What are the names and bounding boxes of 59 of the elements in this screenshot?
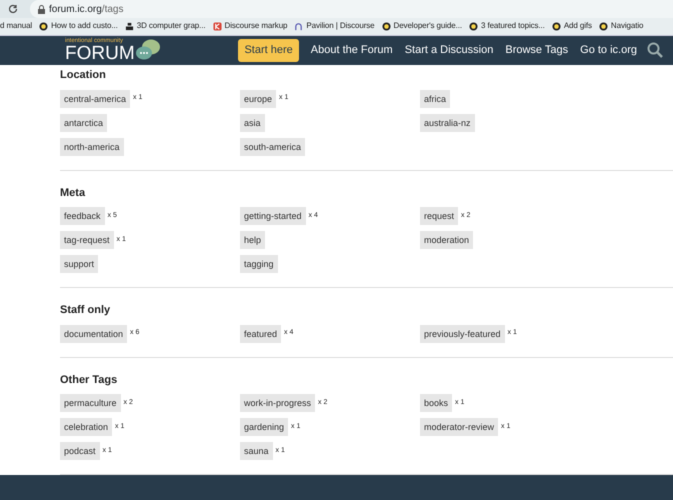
bookmark[interactable]: How to add custo... xyxy=(39,20,118,32)
tag-link[interactable]: getting-started xyxy=(240,207,306,226)
tag-link[interactable]: africa xyxy=(420,90,450,108)
bookmark[interactable]: Discourse markup xyxy=(212,20,288,32)
bookmark[interactable]: d manual xyxy=(0,20,32,32)
tag-link[interactable]: support xyxy=(60,255,98,274)
url-text: forum.ic.org/tags xyxy=(49,4,124,14)
chat-bubbles-icon xyxy=(134,38,161,62)
speech-bubble-icon xyxy=(39,22,48,31)
tag-link[interactable]: europe xyxy=(240,90,276,108)
nav-link[interactable]: Browse Tags xyxy=(505,42,568,59)
tag-link[interactable]: antarctica xyxy=(60,114,108,132)
address-bar[interactable]: forum.ic.org/tags xyxy=(30,0,673,18)
tag-link[interactable]: featured xyxy=(240,324,282,343)
tag-link[interactable]: tagging xyxy=(240,255,278,274)
section-heading: Location xyxy=(60,68,107,84)
tag-link[interactable]: sauna xyxy=(240,442,273,460)
nav-link[interactable]: About the Forum xyxy=(310,42,393,59)
tag-link[interactable]: north-america xyxy=(60,138,124,156)
speech-bubble-icon xyxy=(468,22,478,31)
tag-link[interactable]: help xyxy=(240,231,266,250)
tag-link[interactable]: podcast xyxy=(60,442,100,460)
speech-bubble-icon xyxy=(552,22,561,31)
tag-link[interactable]: moderator-review xyxy=(420,418,498,436)
speech-bubble-icon xyxy=(382,22,391,31)
tag-link[interactable]: gardening xyxy=(240,418,288,436)
tag-link[interactable]: work-in-progress xyxy=(240,394,316,412)
tag-link[interactable]: previously-featured xyxy=(420,324,505,343)
tag-link[interactable]: books xyxy=(420,394,452,412)
nav-link[interactable]: Start a Discussion xyxy=(404,42,494,59)
bookmark[interactable]: 3D computer grap... xyxy=(124,20,206,32)
search-icon[interactable] xyxy=(647,42,663,58)
tag-link[interactable]: moderation xyxy=(420,231,474,250)
bookmark[interactable]: Developer's guide... xyxy=(382,20,462,32)
bookmark[interactable]: Add gifs xyxy=(552,20,592,32)
bookmark[interactable]: Pavilion | Discourse xyxy=(294,20,375,32)
block-icon xyxy=(124,22,134,31)
lock-icon xyxy=(38,4,45,14)
section-heading: Other Tags xyxy=(60,372,118,388)
tag-link[interactable]: documentation xyxy=(60,324,128,343)
tag-link[interactable]: central-america xyxy=(60,90,130,108)
speech-bubble-icon xyxy=(598,22,608,31)
start-here-button[interactable]: Start here xyxy=(238,39,299,62)
tag-link[interactable]: request xyxy=(420,207,458,226)
tag-link[interactable]: tag-request xyxy=(60,231,114,250)
tag-link[interactable]: asia xyxy=(240,114,265,132)
section-heading: Meta xyxy=(60,186,86,201)
tag-link[interactable]: feedback xyxy=(60,207,105,226)
section-heading: Staff only xyxy=(60,303,112,318)
tag-link[interactable]: south-america xyxy=(240,138,306,156)
tag-link[interactable]: celebration xyxy=(60,418,112,436)
reload-icon[interactable] xyxy=(8,4,18,14)
square-k-icon xyxy=(212,22,222,31)
tag-link[interactable]: australia-nz xyxy=(420,114,475,132)
bookmark[interactable]: 3 featured topics... xyxy=(468,20,545,32)
arch-icon xyxy=(294,22,304,31)
bookmark[interactable]: Navigatio xyxy=(598,20,644,32)
nav-link[interactable]: Go to ic.org xyxy=(580,42,637,59)
tag-link[interactable]: permaculture xyxy=(60,394,121,412)
